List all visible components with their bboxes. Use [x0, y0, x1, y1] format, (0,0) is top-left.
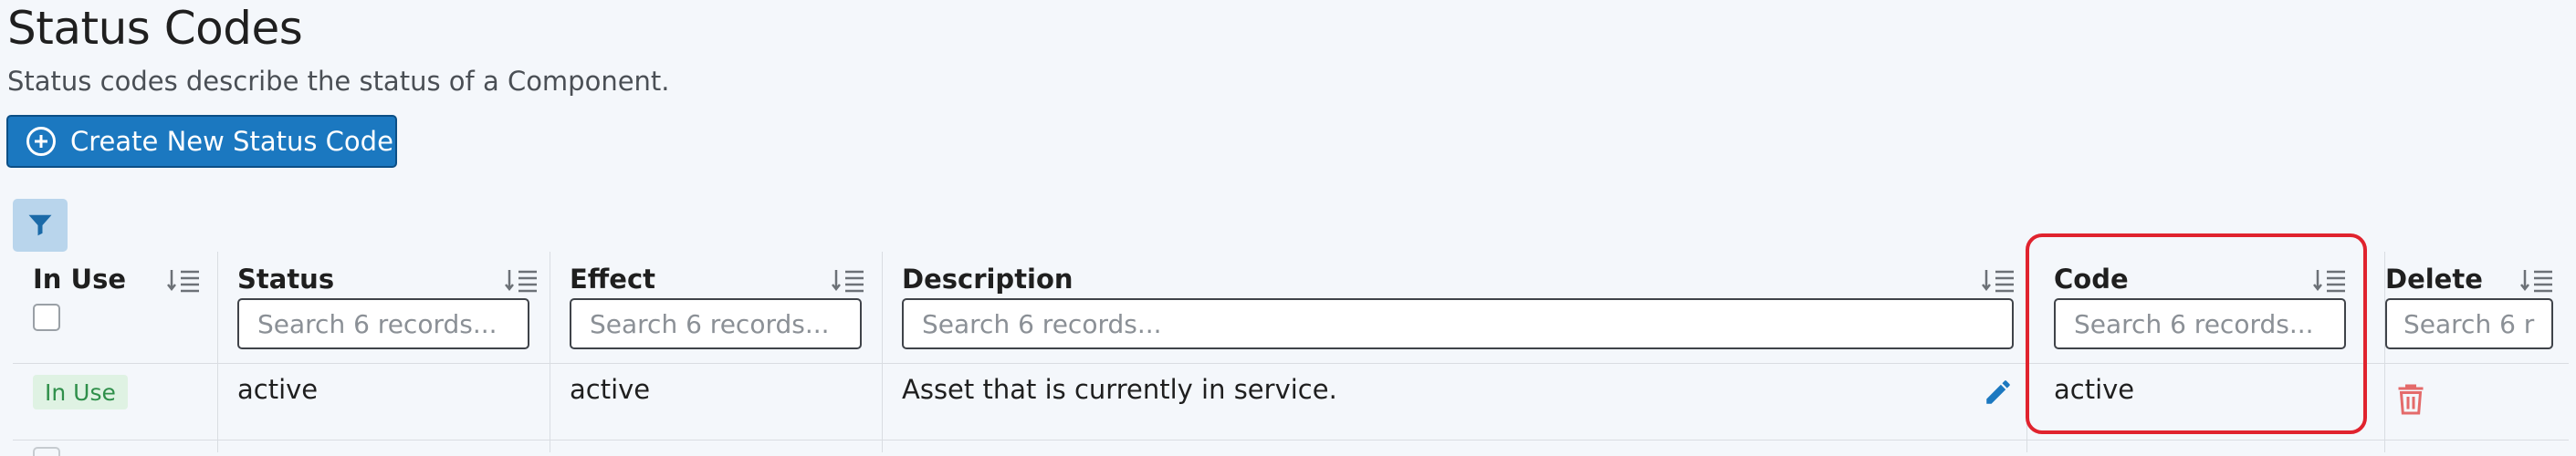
status-cell: active: [237, 374, 319, 405]
row-checkbox[interactable]: [33, 447, 60, 456]
page-title: Status Codes: [7, 2, 303, 55]
column-divider: [882, 252, 883, 452]
column-header-in-use[interactable]: In Use: [33, 264, 126, 295]
effect-cell: active: [570, 374, 651, 405]
effect-search-input[interactable]: [570, 298, 862, 349]
pencil-icon[interactable]: [1983, 377, 2014, 408]
in-use-filter-checkbox[interactable]: [33, 304, 60, 331]
sort-icon[interactable]: [504, 266, 539, 295]
column-header-status[interactable]: Status: [237, 264, 334, 295]
status-search-input[interactable]: [237, 298, 529, 349]
filter-icon: [28, 214, 52, 236]
description-search-input[interactable]: [902, 298, 2014, 349]
sort-icon[interactable]: [166, 266, 201, 295]
column-header-effect[interactable]: Effect: [570, 264, 655, 295]
column-divider: [217, 252, 218, 452]
delete-search-input[interactable]: [2385, 298, 2553, 349]
description-cell: Asset that is currently in service.: [902, 374, 1337, 405]
column-header-delete[interactable]: Delete: [2385, 264, 2483, 295]
sort-icon[interactable]: [2519, 266, 2554, 295]
page-subtitle: Status codes describe the status of a Co…: [7, 66, 670, 97]
create-status-code-button[interactable]: Create New Status Code: [6, 115, 397, 168]
status-badge: In Use: [33, 375, 128, 409]
create-button-label: Create New Status Code: [70, 126, 393, 157]
sort-icon[interactable]: [1981, 266, 2016, 295]
sort-icon[interactable]: [831, 266, 865, 295]
column-header-description[interactable]: Description: [902, 264, 1073, 295]
filter-button[interactable]: [13, 199, 68, 252]
trash-icon[interactable]: [2397, 383, 2424, 416]
code-column-highlight: [2026, 233, 2367, 434]
plus-circle-icon: [26, 127, 56, 156]
